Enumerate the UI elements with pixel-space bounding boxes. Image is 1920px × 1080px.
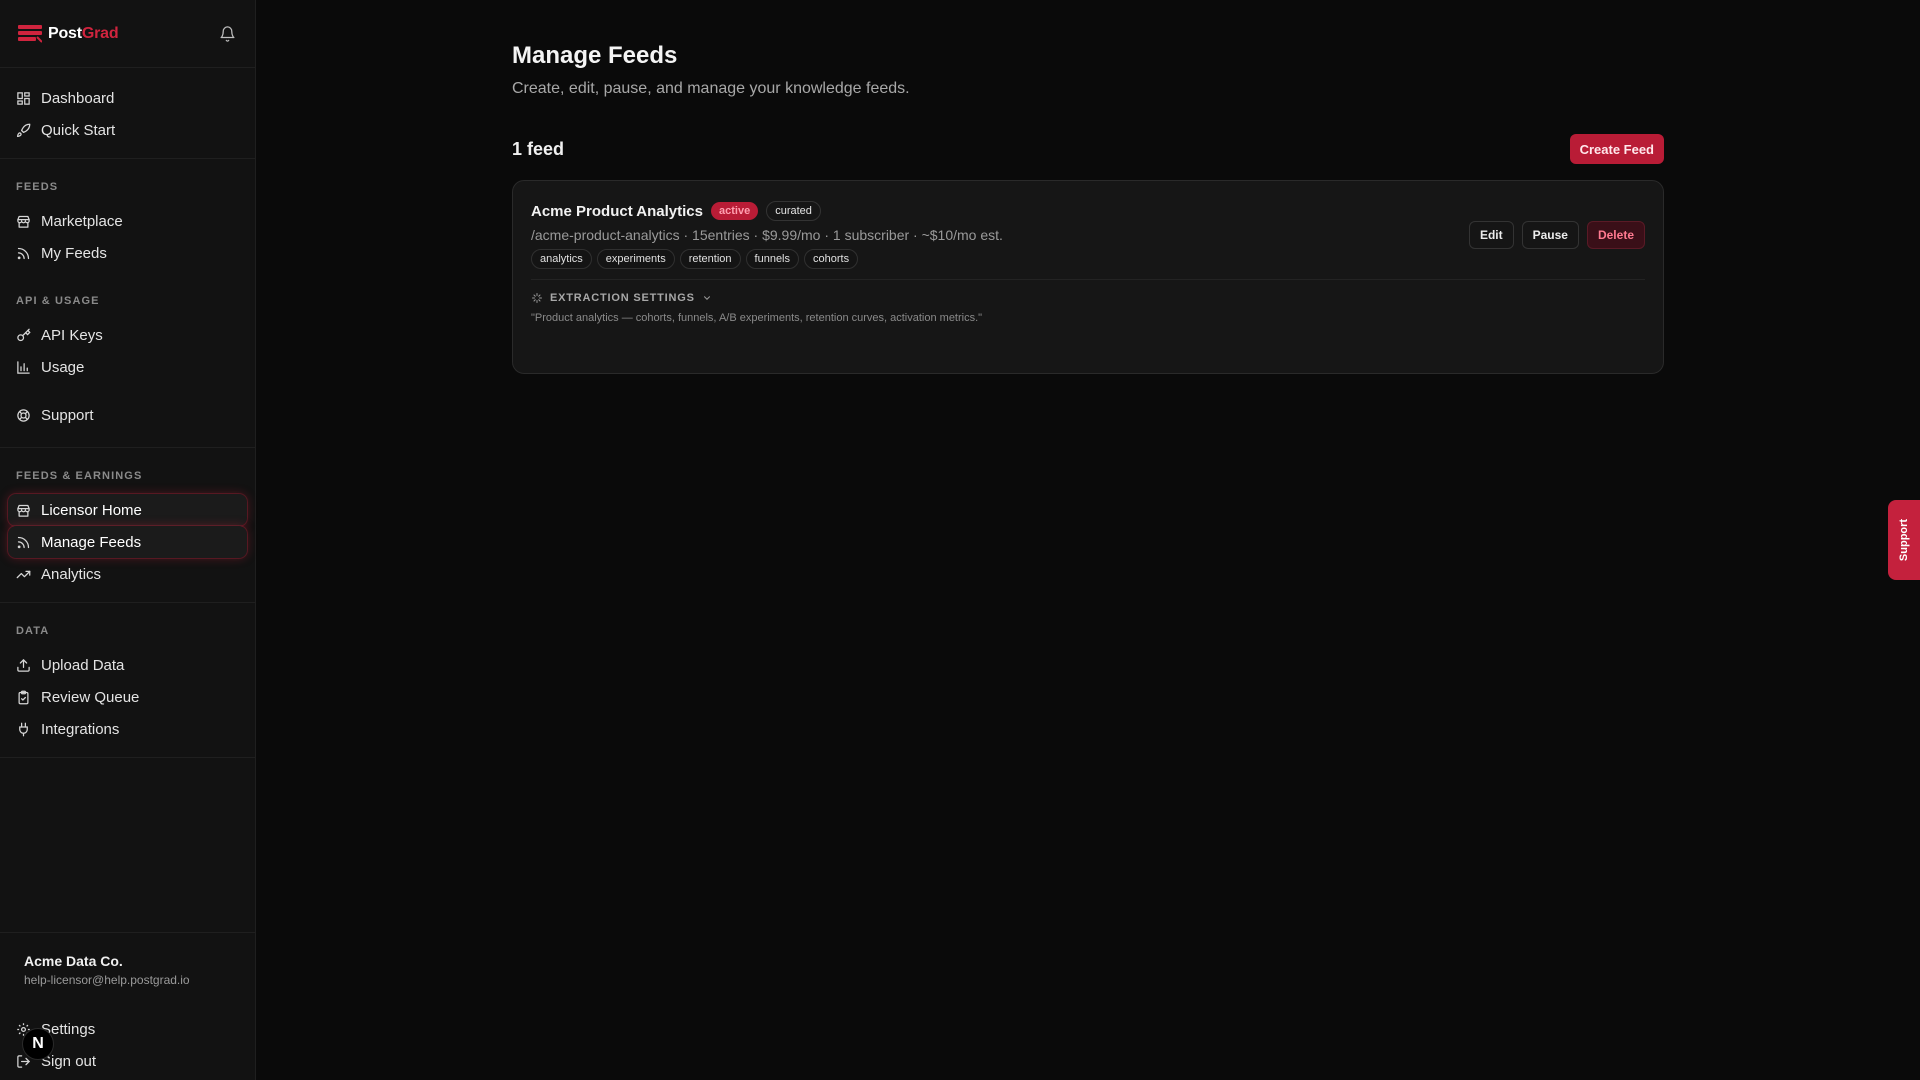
framework-badge[interactable]: N [22, 1028, 54, 1060]
status-badge: active [711, 202, 759, 220]
sidebar-item-label: Support [41, 406, 94, 424]
section-label-earnings: FEEDS & EARNINGS [16, 470, 143, 482]
section-label-api: API & USAGE [16, 295, 100, 307]
rss-icon [17, 536, 30, 548]
store-icon [17, 215, 30, 228]
support-tab-label: Support [1898, 518, 1911, 562]
extraction-label: EXTRACTION SETTINGS [550, 292, 695, 304]
account-name: Acme Data Co. [24, 953, 123, 969]
upload-icon [17, 658, 30, 672]
feed-actions: Edit Pause Delete [1468, 221, 1645, 249]
tag: funnels [745, 249, 800, 269]
nav-data: DATA Upload Data Review Queue Integratio… [0, 603, 255, 758]
nav-primary: Dashboard Quick Start [0, 68, 255, 159]
type-badge: curated [766, 201, 821, 221]
sparkles-icon [532, 293, 542, 303]
sidebar-item-my-feeds[interactable]: My Feeds [8, 237, 247, 269]
brand-name-part1: Post [48, 24, 82, 42]
brand-name: PostGrad [48, 24, 119, 43]
sidebar-item-manage-feeds[interactable]: Manage Feeds [8, 526, 247, 558]
plug-icon [19, 722, 28, 736]
feed-card: Acme Product Analytics active curated /a… [512, 180, 1664, 374]
trending-up-icon [16, 570, 31, 578]
delete-button[interactable]: Delete [1586, 221, 1645, 249]
feed-tags: analytics experiments retention funnels … [531, 249, 1003, 269]
sidebar-item-label: Integrations [41, 720, 120, 738]
sidebar-item-api-keys[interactable]: API Keys [8, 319, 247, 351]
support-tab[interactable]: Support [1888, 500, 1920, 580]
sidebar-item-label: Marketplace [41, 212, 123, 230]
sidebar-item-upload-data[interactable]: Upload Data [8, 649, 247, 681]
sidebar-item-label: Dashboard [41, 89, 115, 107]
sidebar-item-label: Usage [41, 358, 85, 376]
edit-button[interactable]: Edit [1468, 221, 1514, 249]
sidebar-item-label: Analytics [41, 565, 102, 583]
extraction-settings-toggle[interactable]: EXTRACTION SETTINGS [531, 292, 1645, 304]
sidebar-item-usage[interactable]: Usage [8, 351, 247, 383]
feed-count: 1 feed [512, 138, 565, 159]
tag: analytics [531, 249, 592, 269]
sidebar-item-label: Review Queue [41, 688, 140, 706]
dashboard-icon [17, 91, 30, 105]
section-label-feeds: FEEDS [16, 181, 59, 193]
extraction-quote: "Product analytics — cohorts, funnels, A… [531, 312, 983, 324]
postgrad-logo-icon [18, 24, 42, 43]
sidebar-item-label: Quick Start [41, 121, 116, 139]
section-label-data: DATA [16, 625, 50, 637]
sidebar-item-licensor-home[interactable]: Licensor Home [8, 494, 247, 526]
tag: retention [679, 249, 741, 269]
account-email: help-licensor@help.postgrad.io [24, 973, 190, 987]
clipboard-check-icon [18, 690, 29, 704]
pause-button[interactable]: Pause [1521, 221, 1579, 249]
sidebar-item-integrations[interactable]: Integrations [8, 713, 247, 745]
nav-feeds: FEEDS Marketplace My Feeds [0, 159, 255, 269]
tag: experiments [596, 249, 675, 269]
nav-earnings: FEEDS & EARNINGS Licensor Home Manage Fe… [0, 448, 255, 603]
main-content: Manage Feeds Create, edit, pause, and ma… [512, 0, 1664, 374]
tag: cohorts [804, 249, 859, 269]
store-icon [17, 504, 30, 517]
bar-chart-icon [17, 360, 30, 374]
sidebar-item-label: My Feeds [41, 244, 107, 262]
feed-meta: /acme-product-analytics · 15entries · $9… [531, 227, 1003, 243]
key-icon [17, 328, 31, 341]
sidebar-item-support[interactable]: Support [8, 399, 247, 431]
sidebar-item-label: Licensor Home [41, 501, 142, 519]
sidebar-item-analytics[interactable]: Analytics [8, 558, 247, 590]
sidebar-item-marketplace[interactable]: Marketplace [8, 205, 247, 237]
brand-header: PostGrad [0, 0, 255, 68]
page-title: Manage Feeds [512, 42, 678, 69]
sidebar-item-quick-start[interactable]: Quick Start [8, 114, 247, 146]
sidebar-item-dashboard[interactable]: Dashboard [8, 82, 247, 114]
sidebar-item-label: Manage Feeds [41, 533, 142, 551]
rss-icon [17, 247, 30, 259]
sidebar-item-label: Upload Data [41, 656, 125, 674]
rocket-icon [16, 123, 31, 137]
page-subtitle: Create, edit, pause, and manage your kno… [512, 80, 910, 97]
feeds-header: 1 feed Create Feed [512, 134, 1664, 164]
sidebar: PostGrad Dashboard Quick Start FEEDS Mar… [0, 0, 256, 1080]
sidebar-item-review-queue[interactable]: Review Queue [8, 681, 247, 713]
brand-name-part2: Grad [81, 24, 119, 42]
chevron-down-icon [703, 296, 710, 300]
sidebar-item-label: API Keys [41, 326, 103, 344]
nav-api: API & USAGE API Keys Usage Support [0, 269, 255, 435]
bell-icon[interactable] [217, 24, 237, 44]
feed-title[interactable]: Acme Product Analytics [531, 203, 703, 220]
brand-logo[interactable]: PostGrad [18, 24, 119, 43]
create-feed-button[interactable]: Create Feed [1569, 134, 1664, 164]
lifebuoy-icon [17, 408, 30, 422]
